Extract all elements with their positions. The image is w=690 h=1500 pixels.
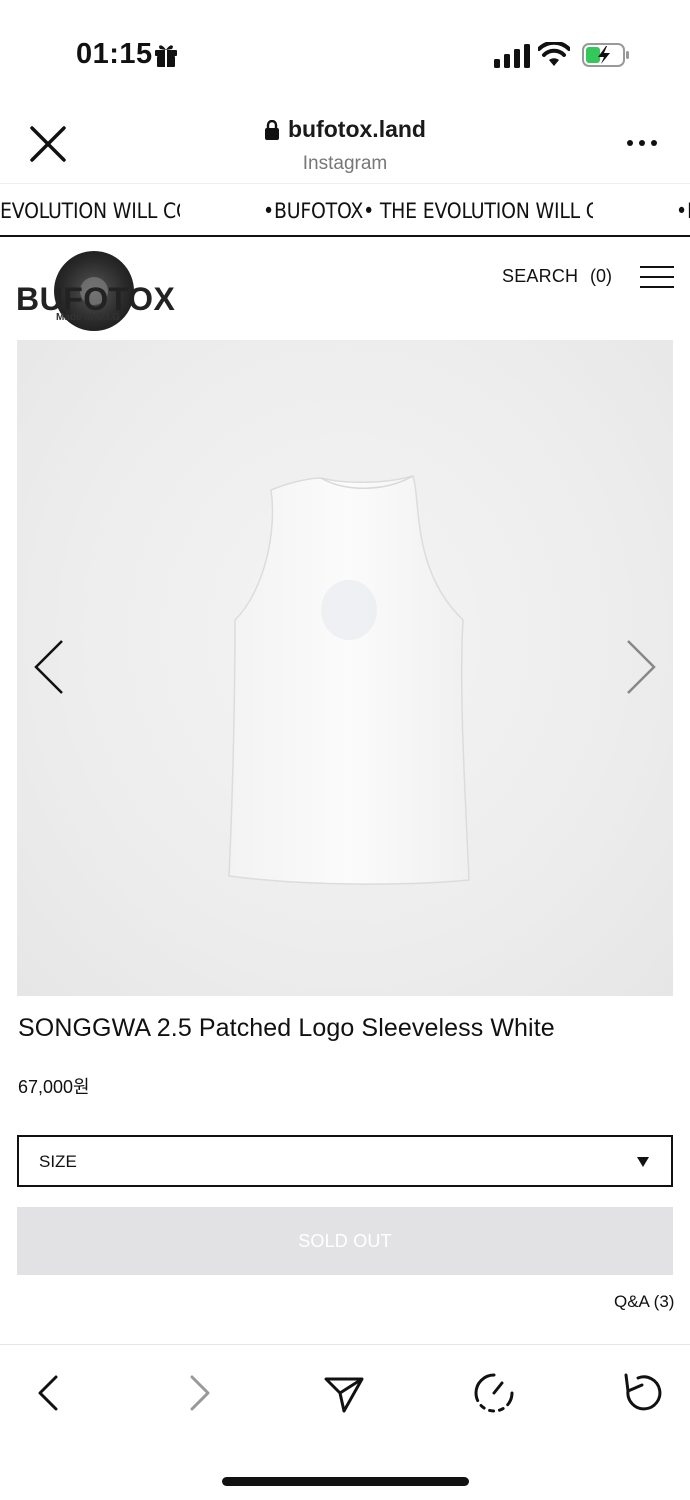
cellular-signal-icon — [494, 44, 530, 68]
address-bar[interactable]: bufotox.land Instagram — [0, 116, 690, 175]
sold-out-button[interactable]: SOLD OUT — [17, 1207, 673, 1275]
product-price: 67,000원 — [18, 1077, 90, 1097]
home-indicator — [222, 1477, 469, 1486]
share-icon[interactable] — [320, 1369, 368, 1417]
tank-top-photo — [228, 475, 470, 885]
gift-icon — [155, 45, 177, 67]
browser-toolbar — [0, 1344, 690, 1500]
chevron-left-icon[interactable] — [32, 638, 66, 696]
site-header: BUFOTOX Made in G.I.G SEARCH (0) — [0, 239, 690, 339]
marquee-item: •BUFOTOX• THE EVOLUTION WILL CC — [263, 199, 593, 223]
speed-icon[interactable] — [470, 1369, 518, 1417]
search-link[interactable]: SEARCH — [502, 266, 578, 287]
more-icon[interactable] — [626, 138, 658, 148]
marquee-item: •E — [676, 199, 690, 223]
reload-icon[interactable] — [618, 1369, 666, 1417]
product-image[interactable] — [17, 340, 673, 996]
chevron-right-icon[interactable] — [624, 638, 658, 696]
size-select[interactable]: SIZE — [17, 1135, 673, 1187]
back-icon[interactable] — [26, 1369, 74, 1417]
status-time: 01:15 — [76, 38, 153, 70]
source-text: Instagram — [302, 152, 388, 174]
brand-logo[interactable]: BUFOTOX Made in G.I.G — [16, 247, 186, 337]
forward-icon[interactable] — [174, 1369, 222, 1417]
status-bar: 01:15 — [0, 0, 690, 100]
product-title: SONGGWA 2.5 Patched Logo Sleeveless Whit… — [18, 1014, 555, 1042]
caret-down-icon — [637, 1157, 649, 1167]
size-select-label: SIZE — [39, 1152, 77, 1171]
lock-icon — [265, 119, 279, 140]
qa-link[interactable]: Q&A (3) — [614, 1292, 674, 1312]
browser-header: bufotox.land Instagram — [0, 100, 690, 184]
cart-count-link[interactable]: (0) — [590, 266, 612, 287]
url-text: bufotox.land — [288, 116, 426, 142]
logo-subtext: Made in G.I.G — [56, 312, 120, 323]
marquee-item: EVOLUTION WILL CC — [0, 199, 180, 223]
announcement-marquee: EVOLUTION WILL CC •BUFOTOX• THE EVOLUTIO… — [0, 185, 690, 237]
wifi-icon — [538, 42, 570, 66]
menu-icon[interactable] — [640, 265, 674, 289]
battery-charging-icon — [582, 43, 629, 67]
